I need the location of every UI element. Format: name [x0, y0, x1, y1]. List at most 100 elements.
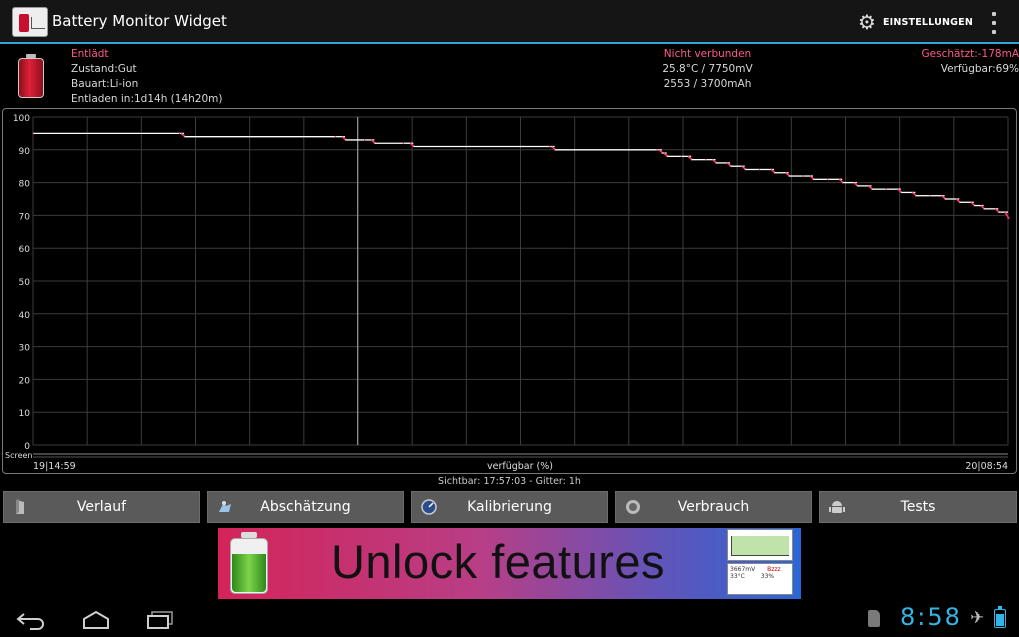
- data-point: [900, 191, 902, 194]
- type-text: Bauart:Li-ion: [71, 78, 139, 90]
- data-point: [690, 159, 692, 161]
- data-point: [802, 175, 804, 177]
- data-point: [1007, 218, 1009, 220]
- data-point: [412, 145, 414, 148]
- data-point: [666, 155, 668, 157]
- data-point: [983, 208, 985, 210]
- system-navigation-bar: 8:58 ✈: [0, 600, 1019, 637]
- data-point: [958, 201, 960, 203]
- estimate-button[interactable]: Abschätzung: [207, 491, 404, 523]
- data-point: [758, 168, 760, 171]
- status-clock: 8:58: [900, 603, 962, 631]
- status-text: Entlädt: [71, 48, 109, 60]
- data-point: [841, 182, 843, 184]
- charge-time-text: Entladen in:1d14h (14h20m): [71, 93, 223, 105]
- status-battery-icon: [994, 606, 1006, 628]
- history-button-label: Verlauf: [76, 499, 127, 515]
- data-point: [344, 139, 346, 141]
- data-point: [914, 195, 916, 197]
- usage-button[interactable]: Verbrauch: [615, 491, 812, 523]
- mini-battery-icon: [19, 14, 29, 32]
- data-point: [997, 211, 999, 213]
- condition-text: Zustand:Gut: [71, 63, 137, 75]
- y-tick-label: 80: [19, 180, 31, 190]
- data-point: [944, 198, 946, 200]
- android-icon: [829, 501, 845, 513]
- y-tick-label: 100: [13, 114, 30, 124]
- banner-headline: Unlock features: [330, 535, 666, 588]
- button-row: Verlauf Abschätzung Kalibrierung Verbrau…: [3, 491, 1017, 523]
- data-point: [714, 162, 717, 164]
- tests-button-label: Tests: [900, 499, 936, 515]
- airplane-mode-icon: ✈: [970, 608, 985, 628]
- y-tick-label: 20: [19, 376, 31, 386]
- back-icon[interactable]: [16, 610, 46, 630]
- data-point: [929, 195, 931, 197]
- y-tick-label: 70: [19, 212, 31, 222]
- calibration-button-label: Kalibrierung: [467, 499, 552, 515]
- data-point: [661, 152, 663, 154]
- battery-info-panel: Entlädt Zustand:Gut Bauart:Li-ion Entlad…: [0, 46, 1019, 106]
- data-point: [680, 155, 682, 157]
- thumb-text-temp: 33°C: [730, 573, 745, 580]
- data-point: [549, 145, 551, 148]
- calibration-icon: [421, 499, 437, 515]
- settings-button[interactable]: ⚙ EINSTELLUNGEN: [858, 10, 973, 34]
- screen-label: Screen: [5, 451, 33, 460]
- mini-graph-icon: [31, 17, 45, 29]
- usage-button-label: Verbrauch: [677, 499, 750, 515]
- estimate-button-label: Abschätzung: [260, 499, 351, 515]
- action-bar: Battery Monitor Widget ⚙ EINSTELLUNGEN: [0, 0, 1019, 44]
- usage-icon: [626, 500, 640, 514]
- y-tick-label: 10: [19, 409, 31, 419]
- overflow-menu-icon[interactable]: [984, 12, 1004, 34]
- battery-level-chart[interactable]: 1009080706050403020100Screen19|14:59 20|0…: [0, 108, 1019, 474]
- data-point: [183, 136, 185, 138]
- x-axis-label: verfügbar (%): [487, 461, 553, 472]
- data-point: [705, 159, 707, 161]
- data-point: [773, 172, 775, 174]
- chart-footer-info: Sichtbar: 17:57:03 - Gitter: 1h: [438, 476, 581, 487]
- data-point: [402, 142, 405, 144]
- data-point: [885, 188, 887, 190]
- app-icon[interactable]: [12, 7, 48, 37]
- y-tick-label: 90: [19, 147, 31, 157]
- data-point: [729, 165, 731, 167]
- history-icon: [16, 499, 24, 514]
- data-point: [178, 132, 180, 134]
- y-tick-label: 40: [19, 311, 31, 321]
- gear-icon: ⚙: [858, 10, 876, 34]
- home-icon[interactable]: [81, 610, 111, 630]
- available-percent-text: Verfügbar:69%: [940, 63, 1019, 75]
- y-tick-label: 30: [19, 344, 31, 354]
- settings-label: EINSTELLUNGEN: [882, 16, 973, 28]
- capacity-text: 2553 / 3700mAh: [663, 78, 752, 90]
- widget-preview-graph: [727, 529, 793, 561]
- data-point: [554, 149, 556, 151]
- estimated-current-text: Geschätzt:-178mA: [921, 48, 1019, 60]
- widget-preview-info: 3667mV Bzzz 33°C 33%: [727, 563, 793, 595]
- y-tick-label: 50: [19, 278, 31, 288]
- history-button[interactable]: Verlauf: [3, 491, 200, 523]
- calibration-button[interactable]: Kalibrierung: [411, 491, 608, 523]
- app-title: Battery Monitor Widget: [52, 12, 227, 30]
- x-start-label: 19|14:59: [33, 461, 76, 472]
- data-point: [363, 139, 366, 141]
- battery-icon: [18, 54, 44, 98]
- recent-apps-icon[interactable]: [145, 610, 175, 630]
- data-point: [870, 188, 873, 190]
- sd-card-icon: [868, 610, 880, 627]
- data-point: [856, 185, 858, 187]
- data-point: [973, 204, 975, 207]
- data-point: [788, 175, 790, 177]
- data-point: [373, 142, 375, 144]
- x-end-label: 20|08:54: [965, 461, 1008, 472]
- data-point: [32, 132, 34, 134]
- tests-button[interactable]: Tests: [819, 491, 1017, 523]
- estimate-icon: [219, 501, 231, 512]
- thumb-text-vibrate: Bzzz: [767, 566, 781, 573]
- data-point: [744, 168, 746, 171]
- data-point: [334, 136, 336, 138]
- data-point: [827, 178, 829, 180]
- unlock-features-banner[interactable]: Unlock features 3667mV Bzzz 33°C 33%: [218, 528, 801, 599]
